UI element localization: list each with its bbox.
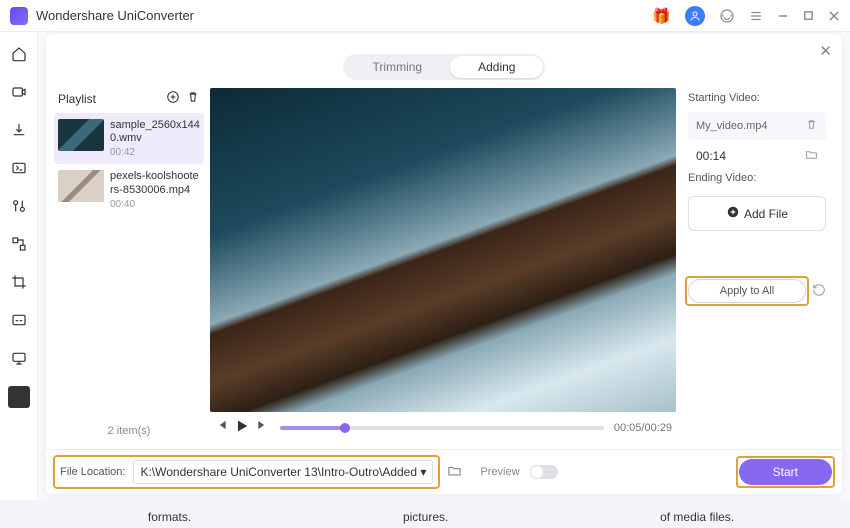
reset-icon[interactable] <box>812 283 826 300</box>
playlist-item-duration: 00:42 <box>110 147 200 158</box>
playlist-item[interactable]: sample_2560x1440.wmv 00:42 <box>54 113 204 164</box>
app-logo <box>10 7 28 25</box>
close-icon[interactable]: ✕ <box>819 42 832 60</box>
browse-start-icon[interactable] <box>805 148 818 164</box>
playlist-item[interactable]: pexels-koolshooters-8530006.mp4 00:40 <box>54 164 204 215</box>
start-button[interactable]: Start <box>739 459 832 485</box>
preview-toggle[interactable] <box>530 465 558 479</box>
support-icon[interactable] <box>719 8 735 24</box>
bottom-strip: formats. pictures. of media files. <box>42 510 840 524</box>
side-panel: Starting Video: My_video.mp4 00:14 Endin… <box>682 88 832 443</box>
rail-toolbox-icon[interactable] <box>8 386 30 408</box>
file-location-label: File Location: <box>60 466 125 478</box>
play-button[interactable] <box>234 418 250 437</box>
playlist-item-name: sample_2560x1440.wmv <box>110 119 200 145</box>
rail-crop-icon[interactable] <box>9 272 29 292</box>
maximize-button[interactable] <box>803 10 814 21</box>
rail-compress-icon[interactable] <box>9 158 29 178</box>
plus-icon <box>726 205 740 222</box>
file-location-path: K:\Wondershare UniConverter 13\Intro-Out… <box>140 465 417 479</box>
ending-video-label: Ending Video: <box>688 172 826 184</box>
footer: File Location: K:\Wondershare UniConvert… <box>46 449 842 494</box>
starting-video-name: My_video.mp4 <box>696 120 768 132</box>
add-file-label: Add File <box>744 207 788 221</box>
left-rail <box>0 32 38 500</box>
playlist-item-name: pexels-koolshooters-8530006.mp4 <box>110 170 200 196</box>
file-location-dropdown[interactable]: K:\Wondershare UniConverter 13\Intro-Out… <box>133 460 433 484</box>
add-playlist-icon[interactable] <box>166 90 180 107</box>
titlebar: Wondershare UniConverter 🎁 <box>0 0 850 32</box>
gift-icon[interactable]: 🎁 <box>652 7 671 25</box>
tab-trimming[interactable]: Trimming <box>345 56 451 78</box>
playlist-count: 2 item(s) <box>54 419 204 443</box>
tab-adding[interactable]: Adding <box>450 56 543 78</box>
rail-merge-icon[interactable] <box>9 234 29 254</box>
prev-button[interactable] <box>214 418 228 437</box>
rail-edit-icon[interactable] <box>9 196 29 216</box>
chevron-down-icon: ▾ <box>420 465 426 479</box>
app-title: Wondershare UniConverter <box>36 8 652 23</box>
playlist-title: Playlist <box>58 92 96 106</box>
playlist-item-duration: 00:40 <box>110 199 200 210</box>
rail-subtitle-icon[interactable] <box>9 310 29 330</box>
starting-video-label: Starting Video: <box>688 92 826 104</box>
open-folder-icon[interactable] <box>447 463 462 481</box>
menu-icon[interactable] <box>749 9 763 23</box>
editor-panel: ✕ Trimming Adding Playlist <box>46 34 842 494</box>
thumbnail <box>58 170 104 202</box>
starting-video-file: My_video.mp4 <box>688 112 826 140</box>
starting-video-duration: 00:14 <box>696 149 726 163</box>
video-preview[interactable] <box>210 88 676 412</box>
time-display: 00:05/00:29 <box>614 422 672 434</box>
preview-area: 00:05/00:29 <box>210 88 676 443</box>
rail-record-icon[interactable] <box>9 348 29 368</box>
remove-start-icon[interactable] <box>805 118 818 134</box>
next-button[interactable] <box>256 418 270 437</box>
close-button[interactable] <box>828 10 840 22</box>
apply-to-all-button[interactable]: Apply to All <box>688 279 806 303</box>
add-file-button[interactable]: Add File <box>688 196 826 231</box>
delete-playlist-icon[interactable] <box>186 90 200 107</box>
preview-label: Preview <box>480 466 519 478</box>
mode-tabs: Trimming Adding <box>46 54 842 80</box>
seek-slider[interactable] <box>280 426 604 430</box>
minimize-button[interactable] <box>777 10 789 22</box>
rail-home-icon[interactable] <box>9 44 29 64</box>
user-avatar[interactable] <box>685 6 705 26</box>
thumbnail <box>58 119 104 151</box>
rail-download-icon[interactable] <box>9 120 29 140</box>
rail-video-icon[interactable] <box>9 82 29 102</box>
playlist: Playlist sample_2560x1440.wmv 00:42 <box>54 88 204 443</box>
